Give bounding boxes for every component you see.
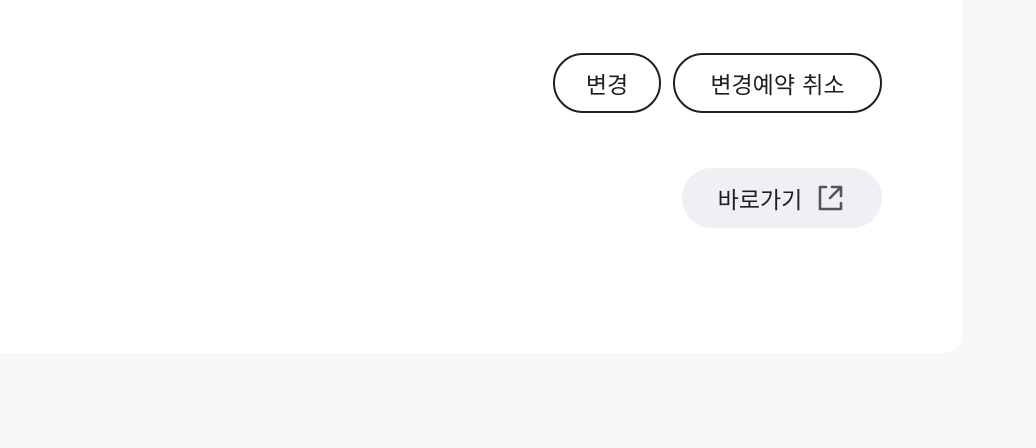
external-link-icon (814, 182, 846, 214)
change-button[interactable]: 변경 (553, 53, 661, 113)
shortcut-label: 바로가기 (717, 188, 803, 214)
shortcut-row: 바로가기 (682, 168, 882, 228)
shortcut-button[interactable]: 바로가기 (682, 168, 882, 228)
action-buttons-row: 변경 변경예약 취소 (553, 53, 882, 113)
settings-card: 변경 변경예약 취소 바로가기 (0, 0, 962, 353)
cancel-reservation-button[interactable]: 변경예약 취소 (673, 53, 882, 113)
